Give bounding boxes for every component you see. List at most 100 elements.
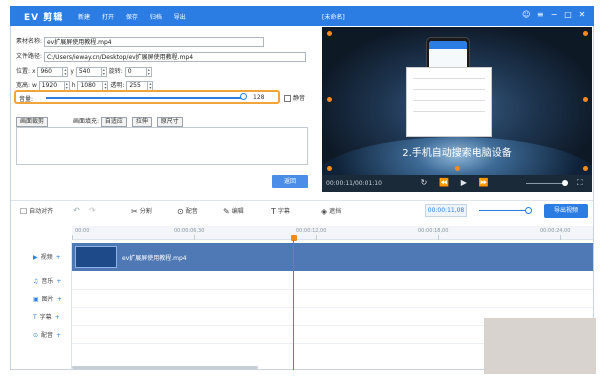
mask-icon: ◈	[321, 207, 328, 216]
add-icon[interactable]: +	[55, 314, 60, 321]
resize-handle[interactable]	[327, 97, 332, 102]
image-icon: ▣	[33, 296, 39, 303]
settings-icon[interactable]: ≡	[534, 10, 546, 19]
fast-forward-icon[interactable]: ⏩	[475, 178, 493, 187]
auto-align-toggle[interactable]: ☐ 自动对齐	[20, 206, 53, 216]
opacity-spinner-icon[interactable]: ▴ ▾	[148, 80, 154, 91]
properties-panel: 素材名称: 文件路径: 位置: x ▴▾ y ▴▾ 旋转: ▴▾ 宽高: w ▴…	[12, 31, 310, 191]
loop-icon[interactable]: ↻	[415, 178, 433, 187]
y-label: y	[70, 68, 74, 75]
split-button[interactable]: ✂ 分割	[131, 206, 152, 216]
mask-button[interactable]: ◈ 遮挡	[321, 206, 341, 216]
menu-open[interactable]: 打开	[102, 12, 114, 21]
file-path-row: 文件路径:	[16, 51, 306, 62]
track-music[interactable]: ♫ 音乐 +	[33, 276, 61, 285]
rotate-field[interactable]	[124, 66, 147, 77]
popup-list-item	[413, 84, 485, 90]
notes-area[interactable]	[16, 127, 308, 165]
fill-stretch-button[interactable]: 拉伸	[131, 117, 152, 127]
track-name: 图片	[41, 296, 54, 303]
x-field[interactable]	[37, 66, 64, 77]
window-controls: ☺ ≡ − □ ✕	[520, 10, 588, 19]
fill-original-button[interactable]: 原尺寸	[156, 117, 183, 127]
video-caption: 2.手机自动搜索电脑设备	[402, 148, 512, 159]
x-spinner-icon[interactable]: ▴ ▾	[63, 66, 69, 77]
menu-archive[interactable]: 归档	[150, 12, 162, 21]
preview-volume-track[interactable]	[526, 183, 566, 184]
subtitle-label: 字幕	[277, 208, 290, 215]
add-icon[interactable]: +	[56, 332, 61, 339]
user-icon[interactable]: ☺	[520, 10, 532, 19]
fullscreen-icon[interactable]: ⛶	[577, 178, 583, 188]
file-path-label: 文件路径:	[16, 53, 43, 60]
edit-button[interactable]: ✎ 编辑	[223, 206, 244, 216]
add-icon[interactable]: +	[57, 296, 62, 303]
material-name-field[interactable]	[43, 36, 264, 47]
menu-save[interactable]: 保存	[126, 12, 138, 21]
resize-handle[interactable]	[455, 166, 460, 171]
resize-handle[interactable]	[327, 166, 332, 171]
y-spinner-icon[interactable]: ▴ ▾	[101, 66, 107, 77]
voiceover-button[interactable]: ⊙ 配音	[177, 206, 198, 216]
timeline-zoom-track[interactable]	[479, 210, 529, 211]
opacity-field[interactable]	[126, 80, 149, 91]
resize-handle[interactable]	[583, 166, 588, 171]
voiceover-label: 配音	[185, 208, 198, 215]
maximize-icon[interactable]: □	[562, 10, 574, 19]
export-video-button[interactable]: 导出视频	[544, 204, 588, 218]
timeline-zoom-handle[interactable]	[525, 207, 532, 214]
width-spinner-icon[interactable]: ▴ ▾	[64, 80, 70, 91]
track-subtitle[interactable]: T 字幕 +	[33, 312, 60, 321]
undo-icon[interactable]: ↶	[73, 206, 82, 215]
y-field[interactable]	[75, 66, 102, 77]
rewind-icon[interactable]: ⏪	[435, 178, 453, 187]
redo-icon[interactable]: ↷	[89, 206, 98, 215]
return-button[interactable]: 返回	[272, 175, 308, 188]
image-watermark	[484, 318, 596, 374]
track-video[interactable]: ▶ 视频 +	[33, 252, 61, 261]
resize-handle[interactable]	[583, 97, 588, 102]
popup-list-item	[413, 73, 485, 79]
timeline-ruler[interactable]: 00:00 00:00:06,30 00:00:12,00 00:00:18,0…	[72, 226, 593, 240]
subtitle-button[interactable]: T 字幕	[271, 206, 290, 216]
rotate-spinner-icon[interactable]: ▴ ▾	[146, 66, 152, 77]
menu-export[interactable]: 导出	[174, 12, 186, 21]
playhead-handle[interactable]	[291, 235, 297, 241]
video-clip[interactable]: ev扩展屏使用教程.mp4	[72, 243, 593, 271]
width-field[interactable]	[38, 80, 65, 91]
mute-toggle[interactable]: 静音	[284, 93, 305, 102]
play-icon[interactable]: ▶	[455, 178, 473, 187]
volume-slider-track[interactable]	[46, 97, 242, 99]
resize-handle[interactable]	[327, 31, 332, 36]
image-lane[interactable]	[72, 290, 593, 308]
track-name: 配音	[41, 332, 54, 339]
track-name: 视频	[40, 254, 53, 261]
crop-button[interactable]: 画面裁剪	[16, 117, 49, 127]
add-icon[interactable]: +	[56, 278, 61, 285]
mic-icon: ⊙	[33, 332, 39, 339]
playback-controls: ↻ ⏪ ▶ ⏩	[415, 178, 493, 187]
height-spinner-icon[interactable]: ▴ ▾	[103, 80, 109, 91]
music-lane[interactable]	[72, 272, 593, 290]
track-voiceover[interactable]: ⊙ 配音 +	[33, 330, 61, 339]
add-icon[interactable]: +	[56, 254, 61, 261]
volume-slider-handle[interactable]	[240, 93, 247, 100]
mute-checkbox[interactable]	[284, 95, 291, 102]
video-icon: ▶	[33, 254, 38, 261]
track-image[interactable]: ▣ 图片 +	[33, 294, 62, 303]
fill-adaptive-button[interactable]: 自适应	[100, 117, 127, 127]
volume-value: 128	[253, 94, 265, 101]
menu-new[interactable]: 新建	[78, 12, 90, 21]
position-label: 位置:	[16, 68, 31, 75]
minimize-icon[interactable]: −	[548, 10, 560, 19]
material-name-label: 素材名称:	[16, 38, 43, 45]
playback-time: 00:00:11/00:01:10	[326, 180, 382, 187]
height-field[interactable]	[77, 80, 104, 91]
preview-volume-handle[interactable]	[562, 180, 568, 186]
close-icon[interactable]: ✕	[576, 10, 588, 19]
preview-frame[interactable]: 2.手机自动搜索电脑设备	[322, 27, 592, 192]
playback-bar: 00:00:11/00:01:10 ↻ ⏪ ▶ ⏩ ⛶	[322, 175, 592, 192]
file-path-field[interactable]	[43, 51, 306, 62]
resize-handle[interactable]	[583, 31, 588, 36]
timeline-scrollbar[interactable]	[72, 366, 258, 369]
